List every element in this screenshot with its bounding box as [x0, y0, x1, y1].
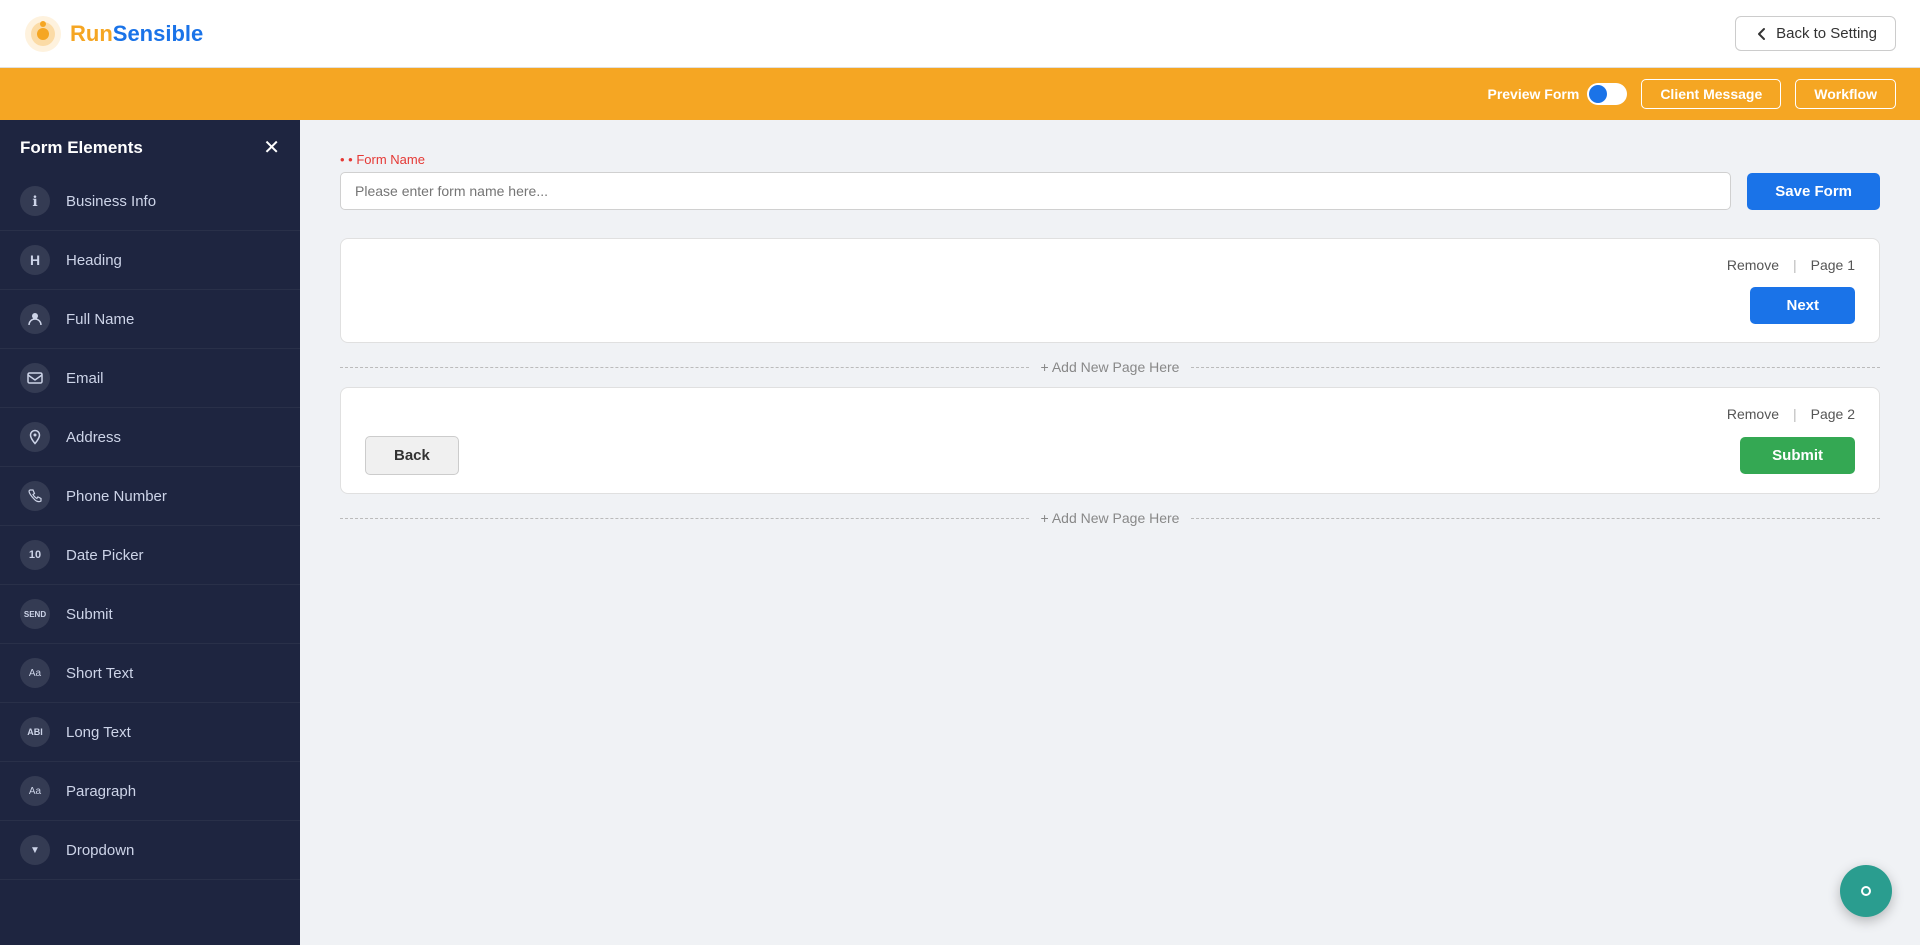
preview-form-group: Preview Form [1487, 83, 1627, 105]
logo-icon [24, 15, 62, 53]
sidebar-header: Form Elements ✕ [0, 120, 300, 172]
page-2-label: Page 2 [1811, 406, 1855, 422]
submit-icon: SEND [20, 599, 50, 629]
sidebar-item-date-picker[interactable]: 10 Date Picker [0, 526, 300, 585]
form-name-label: • Form Name [340, 152, 1731, 167]
orange-banner: Preview Form Client Message Workflow [0, 68, 1920, 120]
add-page-divider-2[interactable]: + Add New Page Here [340, 510, 1880, 526]
page-1-actions: Next [365, 287, 1855, 324]
form-name-input-wrap: • Form Name [340, 152, 1731, 210]
heading-icon: H [20, 245, 50, 275]
sidebar-item-heading[interactable]: H Heading [0, 231, 300, 290]
paragraph-icon: Aa [20, 776, 50, 806]
page-1-remove-link[interactable]: Remove [1727, 257, 1779, 273]
dropdown-icon: ▼ [20, 835, 50, 865]
sidebar-item-submit[interactable]: SEND Submit [0, 585, 300, 644]
form-name-input[interactable] [340, 172, 1731, 210]
page-2-remove-link[interactable]: Remove [1727, 406, 1779, 422]
phone-icon [20, 481, 50, 511]
sidebar-item-phone[interactable]: Phone Number [0, 467, 300, 526]
logo-text: RunSensible [70, 21, 203, 47]
sidebar-item-email[interactable]: Email [0, 349, 300, 408]
form-name-row: • Form Name Save Form [340, 152, 1880, 210]
add-page-divider-1[interactable]: + Add New Page Here [340, 359, 1880, 375]
top-header: RunSensible Back to Setting [0, 0, 1920, 68]
page-2-controls: Remove | Page 2 [365, 406, 1855, 422]
person-icon [20, 304, 50, 334]
sidebar-item-dropdown[interactable]: ▼ Dropdown [0, 821, 300, 880]
main-layout: Form Elements ✕ ℹ Business Info H Headin… [0, 120, 1920, 945]
chat-icon [1854, 879, 1878, 903]
chat-bubble-button[interactable] [1840, 865, 1892, 917]
next-button[interactable]: Next [1750, 287, 1855, 324]
back-to-setting-button[interactable]: Back to Setting [1735, 16, 1896, 51]
sidebar-item-business-info[interactable]: ℹ Business Info [0, 172, 300, 231]
sidebar: Form Elements ✕ ℹ Business Info H Headin… [0, 120, 300, 945]
sidebar-close-button[interactable]: ✕ [263, 138, 280, 158]
back-arrow-icon [1754, 26, 1770, 42]
save-form-button[interactable]: Save Form [1747, 173, 1880, 210]
client-message-button[interactable]: Client Message [1641, 79, 1781, 109]
short-text-icon: Aa [20, 658, 50, 688]
sidebar-item-long-text[interactable]: ABI Long Text [0, 703, 300, 762]
back-button[interactable]: Back [365, 436, 459, 475]
logo-area: RunSensible [24, 15, 203, 53]
submit-button[interactable]: Submit [1740, 437, 1855, 474]
content-area: • Form Name Save Form Remove [300, 120, 1920, 945]
sidebar-item-address[interactable]: Address [0, 408, 300, 467]
workflow-button[interactable]: Workflow [1795, 79, 1896, 109]
preview-form-toggle[interactable] [1587, 83, 1627, 105]
page-2-actions: Back Submit [365, 436, 1855, 475]
long-text-icon: ABI [20, 717, 50, 747]
info-icon: ℹ [20, 186, 50, 216]
sidebar-item-paragraph[interactable]: Aa Paragraph [0, 762, 300, 821]
email-icon [20, 363, 50, 393]
address-icon [20, 422, 50, 452]
sidebar-item-full-name[interactable]: Full Name [0, 290, 300, 349]
date-picker-icon: 10 [20, 540, 50, 570]
sidebar-item-short-text[interactable]: Aa Short Text [0, 644, 300, 703]
page-2-block: Remove | Page 2 Back Submit [340, 387, 1880, 494]
page-1-label: Page 1 [1811, 257, 1855, 273]
page-1-block: Remove | Page 1 Next [340, 238, 1880, 343]
page-1-controls: Remove | Page 1 [365, 257, 1855, 273]
